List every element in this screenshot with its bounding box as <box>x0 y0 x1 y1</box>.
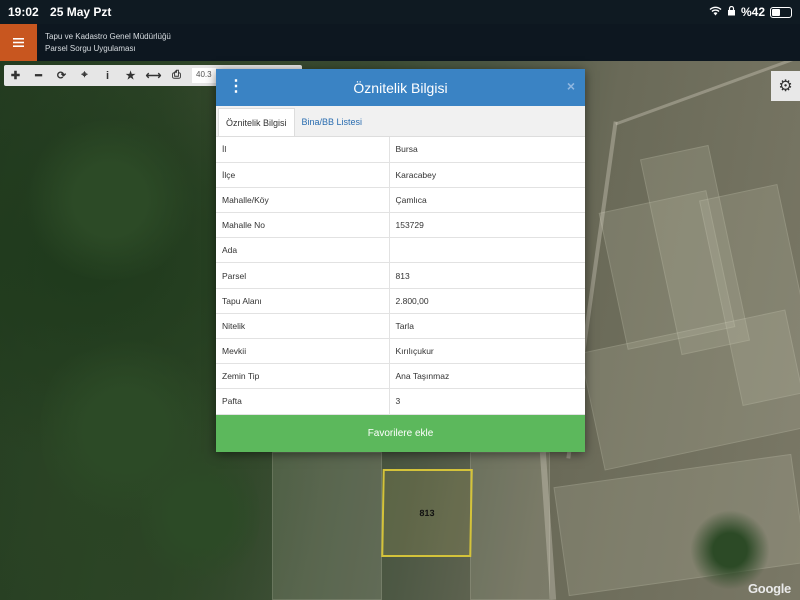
table-row: Pafta 3 <box>216 388 585 415</box>
measure-icon: ⟷ <box>145 70 162 82</box>
table-row: Mahalle/Köy Çamlıca <box>216 187 585 214</box>
table-row: Mahalle No 153729 <box>216 212 585 239</box>
tab-building-list[interactable]: Bina/BB Listesi <box>295 108 370 136</box>
row-key: Parsel <box>216 262 390 289</box>
plus-icon: ✚ <box>10 70 21 82</box>
close-icon[interactable]: × <box>567 78 575 94</box>
hamburger-icon <box>13 34 24 52</box>
table-row: Mevkii Kırılıçukur <box>216 338 585 365</box>
zoom-out-button[interactable]: ━ <box>27 65 50 86</box>
row-value: 3 <box>389 388 585 415</box>
lock-rotation-icon <box>727 5 736 19</box>
attribute-table: İl Bursa İlçe Karacabey Mahalle/Köy Çamlıca… <box>216 137 585 415</box>
locate-button[interactable]: ⌖ <box>73 65 96 86</box>
star-icon: ★ <box>125 70 136 82</box>
battery-icon <box>770 6 792 18</box>
row-value: Kırılıçukur <box>389 338 585 365</box>
row-key: Tapu Alanı <box>216 288 390 314</box>
row-value: 2.800,00 <box>389 288 585 314</box>
refresh-button[interactable]: ⟳ <box>50 65 73 86</box>
app-title-line1: Tapu ve Kadastro Genel Müdürlüğü <box>45 31 171 41</box>
table-row: İlçe Karacabey <box>216 162 585 188</box>
row-key: Ada <box>216 237 390 264</box>
dialog-header: ⋮ Öznitelik Bilgisi × <box>216 69 585 106</box>
table-row: Tapu Alanı 2.800,00 <box>216 288 585 314</box>
refresh-icon: ⟳ <box>56 70 67 82</box>
row-value: Tarla <box>389 313 585 340</box>
settings-button[interactable]: ⚙ <box>771 71 800 101</box>
measure-button[interactable]: ⟷ <box>142 65 165 86</box>
google-attribution: Google <box>748 581 791 596</box>
attribute-dialog: ⋮ Öznitelik Bilgisi × Öznitelik Bilgisi … <box>216 69 585 452</box>
add-to-favorites-button[interactable]: Favorilere ekle <box>216 415 585 452</box>
row-value: 813 <box>389 262 585 289</box>
tab-attribute-info[interactable]: Öznitelik Bilgisi <box>218 108 295 136</box>
row-key: Mahalle/Köy <box>216 187 390 214</box>
parcel-boundary[interactable]: 813 <box>381 469 473 557</box>
row-value: 153729 <box>389 212 585 239</box>
row-key: İl <box>216 137 390 163</box>
row-key: Mahalle No <box>216 212 390 239</box>
app-header: Tapu ve Kadastro Genel Müdürlüğü Parsel … <box>0 24 800 61</box>
table-row: İl Bursa <box>216 137 585 163</box>
print-button[interactable]: ⎙ <box>165 65 188 86</box>
app-title-line2: Parsel Sorgu Uygulaması <box>45 43 136 53</box>
row-key: Zemin Tip <box>216 363 390 390</box>
dialog-title: Öznitelik Bilgisi <box>353 79 448 96</box>
row-key: Mevkii <box>216 338 390 365</box>
row-value: Ana Taşınmaz <box>389 363 585 390</box>
locate-icon: ⌖ <box>81 69 88 81</box>
table-row: Zemin Tip Ana Taşınmaz <box>216 363 585 390</box>
info-button[interactable]: i <box>96 65 119 86</box>
status-time: 19:02 <box>8 5 39 19</box>
hamburger-menu-button[interactable] <box>0 24 37 61</box>
parcel-label: 813 <box>419 508 435 518</box>
print-icon: ⎙ <box>172 69 181 81</box>
info-icon: i <box>105 69 110 82</box>
minus-icon: ━ <box>35 70 42 82</box>
table-row: Ada <box>216 237 585 264</box>
favorite-button[interactable]: ★ <box>119 65 142 86</box>
zoom-in-button[interactable]: ✚ <box>4 65 27 86</box>
row-key: Pafta <box>216 388 390 415</box>
app-title: Tapu ve Kadastro Genel Müdürlüğü Parsel … <box>45 31 171 55</box>
row-value: Karacabey <box>389 162 585 188</box>
status-bar: 19:02 25 May Pzt %42 <box>0 0 800 24</box>
wifi-icon <box>709 5 722 19</box>
table-row: Parsel 813 <box>216 262 585 289</box>
row-value: Çamlıca <box>389 187 585 214</box>
row-value <box>389 237 585 264</box>
row-value: Bursa <box>389 137 585 163</box>
coordinate-input[interactable]: 40.3 <box>192 68 216 83</box>
row-key: Nitelik <box>216 313 390 340</box>
dialog-tabs: Öznitelik Bilgisi Bina/BB Listesi <box>216 106 585 137</box>
status-date: 25 May Pzt <box>50 5 112 19</box>
gear-icon: ⚙ <box>778 78 793 95</box>
dialog-menu-icon[interactable]: ⋮ <box>228 78 244 96</box>
table-row: Nitelik Tarla <box>216 313 585 340</box>
battery-percent: %42 <box>740 5 765 19</box>
row-key: İlçe <box>216 162 390 188</box>
